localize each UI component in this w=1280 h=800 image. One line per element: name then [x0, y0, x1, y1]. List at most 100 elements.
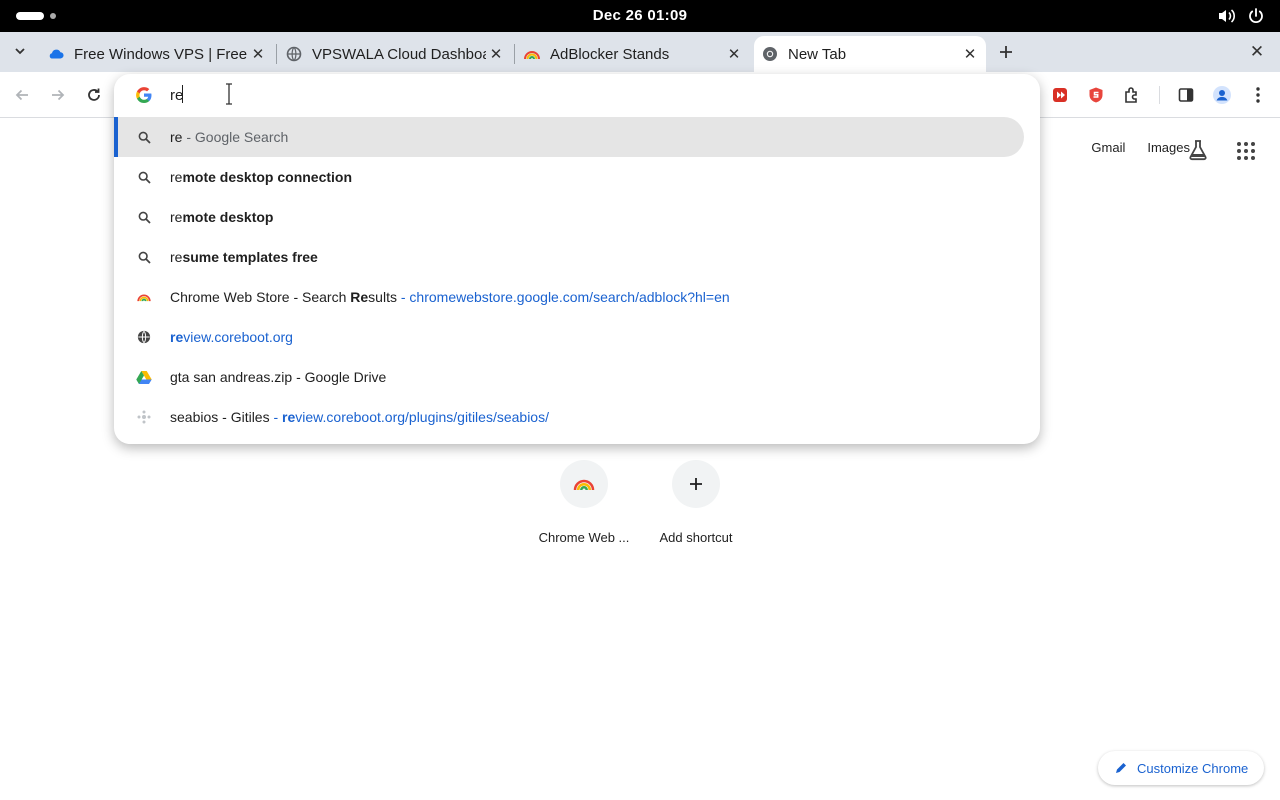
tab-vpswala-dashboard[interactable]: VPSWALA Cloud Dashboard ✕: [278, 36, 512, 72]
plus-icon: [690, 478, 702, 490]
suggestion-title-rest: sults: [368, 289, 397, 305]
new-tab-button[interactable]: [994, 40, 1018, 64]
more-vert-icon: [1256, 87, 1260, 103]
tab-strip: Free Windows VPS | Free ✕ VPSWALA Cloud …: [0, 32, 1280, 72]
shield-icon: [1089, 87, 1103, 103]
search-icon: [136, 169, 152, 185]
ibeam-cursor-icon: [226, 83, 232, 105]
back-button[interactable]: [10, 83, 34, 107]
search-icon: [136, 249, 152, 265]
suggestion-separator: -: [269, 409, 283, 425]
omnibox-suggestion[interactable]: Chrome Web Store - Search Results - chro…: [114, 277, 1024, 317]
tab-search-button[interactable]: [8, 39, 32, 63]
extensions-menu-button[interactable]: [1120, 83, 1144, 107]
omnibox-suggestion[interactable]: resume templates free: [114, 237, 1024, 277]
shortcut-tile[interactable]: Chrome Web ...: [528, 458, 640, 545]
tab-close-icon[interactable]: ✕: [248, 44, 268, 64]
arrow-left-icon: [15, 89, 28, 101]
omnibox-input[interactable]: [170, 83, 870, 107]
suggestion-url-match: re: [170, 329, 184, 345]
tab-divider: [514, 44, 515, 64]
side-panel-icon: [1178, 88, 1194, 102]
tab-title: VPSWALA Cloud Dashboard: [312, 45, 486, 63]
customize-label: Customize Chrome: [1137, 760, 1249, 776]
suggestion-url: chromewebstore.google.com/search/adblock…: [409, 289, 730, 305]
omnibox-suggestion[interactable]: seabios - Gitiles - review.coreboot.org/…: [114, 397, 1024, 437]
labs-flask-icon[interactable]: [1186, 138, 1210, 162]
rainbow-icon: [136, 289, 152, 305]
omnibox-suggestion[interactable]: gta san andreas.zip - Google Drive: [114, 357, 1024, 397]
tab-title: New Tab: [788, 45, 847, 63]
power-icon[interactable]: [1246, 6, 1266, 26]
suggestion-separator: -: [396, 289, 410, 305]
arrow-right-icon: [52, 89, 65, 101]
suggestion-title: seabios - Gitiles: [170, 409, 270, 425]
toolbar-divider: [1159, 86, 1160, 104]
search-icon: [136, 129, 152, 145]
chrome-icon: [762, 46, 778, 62]
extension-button[interactable]: [1084, 83, 1108, 107]
suggestion-url: view.coreboot.org/plugins/gitiles/seabio…: [295, 409, 549, 425]
rainbow-icon: [524, 46, 540, 62]
omnibox-suggestion[interactable]: remote desktop: [114, 197, 1024, 237]
suggestion-completion: mote desktop: [182, 209, 274, 225]
system-clock[interactable]: Dec 26 01:09: [0, 7, 1280, 24]
tab-close-icon[interactable]: ✕: [960, 44, 980, 64]
side-panel-button[interactable]: [1174, 83, 1198, 107]
rainbow-icon: [573, 479, 595, 491]
suggestion-completion: sume templates free: [182, 249, 318, 265]
suggestion-suffix: - Google Search: [182, 129, 289, 145]
tab-adblocker-stands[interactable]: AdBlocker Stands ✕: [516, 36, 750, 72]
suggestion-typed: re: [170, 209, 183, 225]
profile-button[interactable]: [1210, 83, 1234, 107]
text-caret: [182, 85, 183, 103]
shortcut-label: Chrome Web ...: [538, 530, 630, 545]
cloud-icon: [48, 46, 64, 62]
tab-new-tab[interactable]: New Tab ✕: [754, 36, 986, 72]
media-extension-icon: [1053, 88, 1067, 102]
reload-icon: [88, 88, 100, 101]
puzzle-icon: [1125, 87, 1137, 103]
tab-title: AdBlocker Stands: [550, 45, 670, 63]
pencil-icon: [1116, 763, 1126, 773]
omnibox-dropdown: re - Google Search remote desktop connec…: [114, 74, 1040, 444]
add-shortcut-tile[interactable]: Add shortcut: [640, 458, 752, 545]
suggestion-typed: re: [170, 249, 183, 265]
gmail-link[interactable]: Gmail: [1091, 140, 1125, 155]
shortcut-icon-circle: [672, 460, 720, 508]
gitiles-icon: [136, 409, 152, 425]
suggestion-completion: mote desktop connection: [182, 169, 353, 185]
google-g-icon: [136, 87, 152, 103]
customize-chrome-button[interactable]: Customize Chrome: [1098, 751, 1264, 785]
reload-button[interactable]: [82, 83, 106, 107]
tab-divider: [276, 44, 277, 64]
tab-title: Free Windows VPS | Free: [74, 45, 248, 63]
chrome-menu-button[interactable]: [1246, 83, 1270, 107]
omnibox-suggestion[interactable]: review.coreboot.org: [114, 317, 1024, 357]
tab-close-icon[interactable]: ✕: [486, 44, 506, 64]
shortcut-label: Add shortcut: [659, 530, 733, 545]
avatar-icon: [1213, 86, 1231, 104]
suggestion-typed: re: [170, 169, 183, 185]
suggestion-title-match: Re: [350, 289, 369, 305]
forward-button[interactable]: [46, 83, 70, 107]
search-icon: [136, 209, 152, 225]
window-close-button[interactable]: ✕: [1247, 40, 1267, 64]
suggestion-title: Chrome Web Store - Search: [170, 289, 351, 305]
shortcut-icon-circle: [560, 460, 608, 508]
ntp-header-links: Gmail Images: [1091, 140, 1190, 155]
system-top-bar: Dec 26 01:09: [0, 0, 1280, 32]
suggestion-url: view.coreboot.org: [183, 329, 293, 345]
images-link[interactable]: Images: [1147, 140, 1190, 155]
chevron-down-icon: [15, 48, 25, 55]
tab-close-icon[interactable]: ✕: [724, 44, 744, 64]
extension-button[interactable]: [1048, 83, 1072, 107]
volume-icon[interactable]: [1216, 6, 1236, 26]
google-apps-icon[interactable]: [1236, 141, 1256, 161]
tab-free-windows-vps[interactable]: Free Windows VPS | Free ✕: [40, 36, 274, 72]
omnibox-suggestion[interactable]: remote desktop connection: [114, 157, 1024, 197]
suggestion-title: gta san andreas.zip - Google Drive: [170, 369, 387, 385]
omnibox-suggestion[interactable]: re - Google Search: [114, 117, 1024, 157]
globe-icon: [286, 46, 302, 62]
suggestion-query: re: [170, 129, 183, 145]
